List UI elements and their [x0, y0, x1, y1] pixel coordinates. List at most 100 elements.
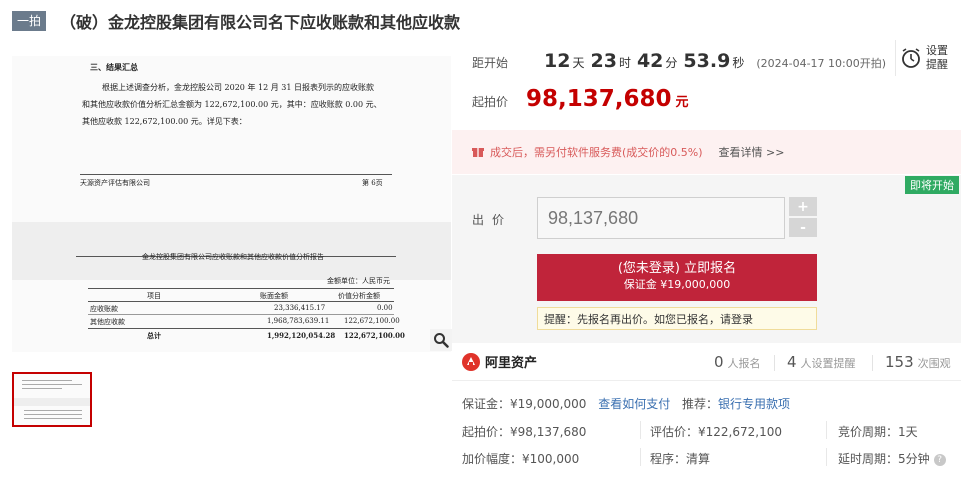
- bid-cycle-value: 1天: [898, 425, 918, 439]
- doc-table-rule-2: [88, 314, 394, 315]
- doc-heading: 三、结果汇总: [90, 62, 138, 72]
- doc-footer-left: 天源资产评估有限公司: [80, 179, 150, 187]
- recommend-label: 推荐：: [682, 397, 719, 411]
- eval-price-value: ¥122,672,100: [698, 425, 782, 439]
- info-bid-cycle: 竞价周期：1天: [838, 423, 918, 440]
- ali-assets-logo-icon: [462, 352, 480, 371]
- title-row: 一拍 （破）金龙控股集团有限公司名下应收账款和其他应收款: [12, 9, 460, 33]
- start-price-value: 98,137,680: [526, 86, 672, 112]
- doc-col-item: 项目: [147, 292, 161, 300]
- image-viewer[interactable]: 三、结果汇总 根据上述调查分析，金龙控股公司 2020 年 12 月 31 日报…: [12, 56, 451, 352]
- decrease-bid-button[interactable]: -: [789, 218, 817, 237]
- auction-type-tag: 一拍: [12, 11, 47, 31]
- info-start-price: 起拍价：¥98,137,680: [462, 423, 586, 440]
- reminder-label: 设置提醒: [926, 44, 948, 71]
- register-button-label: (您未登录) 立即报名: [617, 261, 737, 276]
- document-page-2: 金龙控股集团有限公司应收账款和其他应收款价值分析报告 金额单位：人民币元 项目 …: [12, 253, 451, 352]
- stat-reminders: 4 人设置提醒: [787, 353, 856, 371]
- eval-price-label: 评估价：: [650, 425, 699, 439]
- doc-cell: 应收账款: [90, 305, 118, 313]
- countdown-seconds-unit: 秒: [732, 56, 745, 70]
- increment-label: 加价幅度：: [462, 452, 523, 466]
- doc-table-unit: 金额单位：人民币元: [327, 277, 390, 285]
- delay-cycle-label: 延时周期：: [838, 452, 899, 466]
- countdown-hours-unit: 时: [618, 56, 631, 70]
- doc-cell: 122,672,100.00: [344, 317, 400, 325]
- thumbnail-1[interactable]: [12, 372, 92, 427]
- auction-start-time: (2024-04-17 10:00开拍): [756, 57, 887, 70]
- thumb-line: [22, 384, 82, 385]
- how-to-pay-link[interactable]: 查看如何支付: [598, 397, 670, 411]
- login-link[interactable]: 登录: [731, 311, 753, 327]
- stat-number: 4: [787, 353, 797, 371]
- countdown-row: 距开始 12 天 23 时 42 分 53.9 秒 (2024-04-17 10…: [472, 50, 886, 72]
- stat-divider: [872, 355, 873, 371]
- register-button[interactable]: (您未登录) 立即报名 保证金 ¥19,000,000: [537, 254, 817, 301]
- register-deposit-label: 保证金 ¥19,000,000: [623, 278, 731, 291]
- deposit-row: 保证金：¥19,000,000 查看如何支付 推荐：银行专用款项: [462, 395, 790, 412]
- doc-line-3: 其他应收款 122,672,100.00 元。详见下表：: [82, 117, 247, 126]
- doc-col-book: 账面金额: [260, 292, 288, 300]
- view-details-link[interactable]: 查看详情 >>: [719, 144, 785, 160]
- stat-views: 153 次围观: [885, 353, 951, 371]
- countdown-label: 距开始: [472, 56, 509, 70]
- help-icon[interactable]: ?: [933, 453, 946, 466]
- stat-divider: [774, 355, 775, 371]
- increment-value: ¥100,000: [522, 452, 580, 466]
- countdown-minutes: 42: [636, 50, 664, 72]
- start-price-row: 起拍价 98,137,680 元: [472, 86, 689, 112]
- procedure-label: 程序：: [650, 452, 687, 466]
- start-price-unit: 元: [675, 95, 689, 110]
- countdown-days: 12: [544, 50, 571, 72]
- stat-number: 153: [885, 353, 914, 371]
- doc-cell: 0.00: [377, 304, 393, 312]
- deposit-label: 保证金：: [462, 397, 511, 411]
- fee-notice-text: 成交后，需另付软件服务费(成交价的0.5%): [490, 146, 703, 159]
- document-page-gap: [12, 222, 451, 280]
- thumb-gap: [14, 398, 90, 406]
- doc-col-value: 价值分析金额: [338, 292, 380, 300]
- platform-logo: 阿里资产: [462, 352, 537, 371]
- thumb-line: [24, 418, 82, 419]
- doc-footer-right: 第 6页: [362, 179, 383, 187]
- start-price-label: 起拍价: [472, 95, 509, 109]
- bank-funds-link[interactable]: 银行专用款项: [718, 397, 790, 411]
- doc-table-rule-1: [88, 301, 394, 302]
- countdown-minutes-unit: 分: [665, 56, 678, 70]
- procedure-value: 清算: [686, 452, 711, 466]
- doc-line-2: 和其他应收款价值分析汇总金额为 122,672,100.00 元，其中：应收账款…: [82, 100, 382, 109]
- alarm-clock-icon: [902, 48, 920, 68]
- info-start-price-label: 起拍价：: [462, 425, 511, 439]
- zoom-button[interactable]: [430, 329, 452, 351]
- doc-line-1: 根据上述调查分析，金龙控股公司 2020 年 12 月 31 日报表列示的应收账…: [102, 83, 374, 92]
- thumb-line: [24, 414, 82, 415]
- bid-price-input[interactable]: 98,137,680: [537, 197, 785, 239]
- bid-label: 出价: [472, 213, 513, 227]
- deposit-value: ¥19,000,000: [510, 397, 587, 411]
- doc-cell: 总计: [147, 331, 161, 340]
- countdown-seconds: 53.9: [683, 50, 731, 72]
- doc-cell: 122,672,100.00: [344, 331, 405, 340]
- doc-cell: 1,968,783,639.11: [267, 317, 330, 325]
- info-start-price-value: ¥98,137,680: [510, 425, 587, 439]
- tip-text: 提醒：先报名再出价。如您已报名，请: [544, 312, 731, 326]
- doc-cell: 23,336,415.17: [274, 304, 326, 312]
- info-procedure: 程序：清算: [650, 450, 710, 467]
- status-badge: 即将开始: [905, 176, 959, 194]
- increase-bid-button[interactable]: +: [789, 197, 817, 216]
- info-increment: 加价幅度：¥100,000: [462, 450, 579, 467]
- magnifier-icon: [434, 333, 449, 348]
- info-delay-cycle: 延时周期：5分钟?: [838, 450, 946, 467]
- countdown-hours: 23: [590, 50, 617, 72]
- doc-footer-rule: [80, 174, 392, 175]
- bid-cycle-label: 竞价周期：: [838, 425, 899, 439]
- bid-area: 即将开始 出价 98,137,680 + - (您未登录) 立即报名 保证金 ¥…: [452, 175, 961, 343]
- platform-name: 阿里资产: [485, 356, 538, 371]
- stats-row: 阿里资产 0 人报名 4 人设置提醒 153 次围观: [452, 343, 961, 381]
- set-reminder-button[interactable]: 设置提醒: [895, 40, 955, 76]
- thumb-line: [22, 380, 72, 381]
- doc-cell: 1,992,120,054.28: [267, 331, 336, 340]
- fee-notice-bar: 成交后，需另付软件服务费(成交价的0.5%) 查看详情 >>: [452, 130, 961, 174]
- document-page-1: 三、结果汇总 根据上述调查分析，金龙控股公司 2020 年 12 月 31 日报…: [12, 56, 451, 222]
- stat-label: 次围观: [917, 357, 951, 370]
